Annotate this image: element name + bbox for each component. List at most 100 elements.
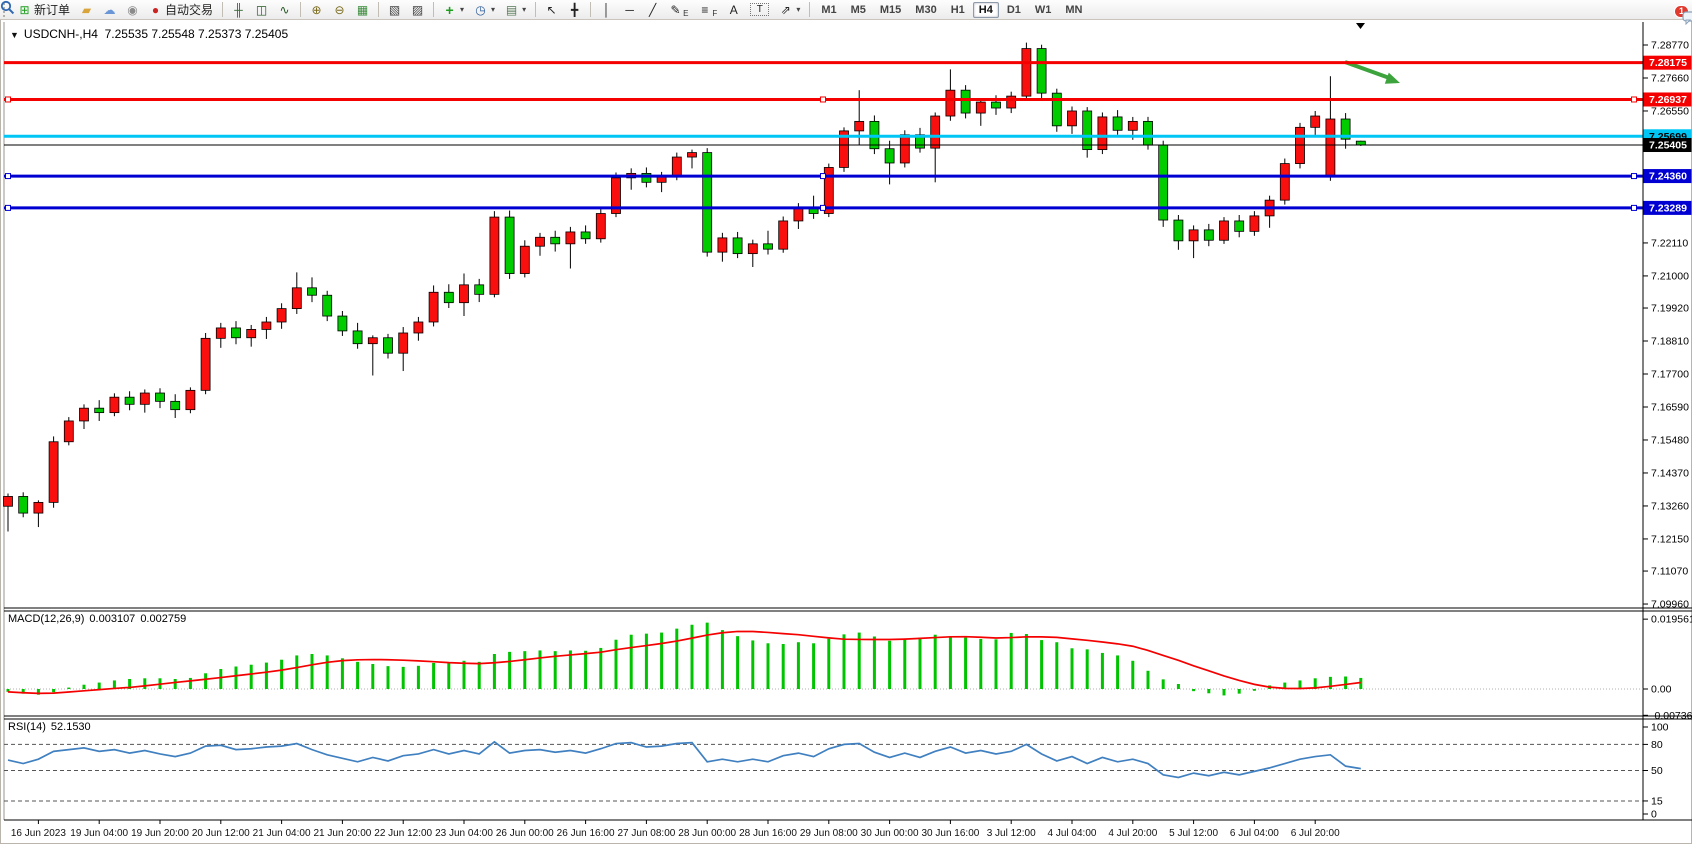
eraser-icon[interactable]: ▰ xyxy=(75,0,98,20)
zoom-in-icon: ⊕ xyxy=(310,3,323,17)
new-order-button-label: 新订单 xyxy=(34,1,70,18)
timeframe-m1-button[interactable]: M1 xyxy=(815,2,842,18)
time-axis-label: 22 Jun 12:00 xyxy=(374,828,432,839)
candle xyxy=(976,102,985,113)
new-chart-button[interactable]: ▧ xyxy=(383,0,406,20)
timeframe-m15-button[interactable]: M15 xyxy=(874,2,907,18)
vertical-line-button[interactable]: │ xyxy=(595,0,618,20)
price-axis-label: 7.09960 xyxy=(1651,599,1689,611)
bar-chart-button[interactable]: ╫ xyxy=(227,0,250,20)
profile-icon[interactable]: ☁ xyxy=(98,0,121,20)
candle xyxy=(1326,119,1335,176)
chart-profiles-button[interactable]: ▨ xyxy=(406,0,429,20)
price-tag-value: 7.26937 xyxy=(1649,94,1687,106)
candle xyxy=(95,408,104,412)
trendline-button[interactable]: ╱ xyxy=(641,0,664,20)
time-axis-label: 20 Jun 12:00 xyxy=(192,828,250,839)
toolbar-separator xyxy=(433,2,434,17)
templates-button[interactable]: ▤▾ xyxy=(500,0,531,20)
timeframe-h4-button[interactable]: H4 xyxy=(973,2,999,18)
candle xyxy=(779,221,788,249)
dropdown-caret-icon[interactable]: ▾ xyxy=(522,5,526,14)
candle xyxy=(1174,220,1183,241)
timeframe-mn-button[interactable]: MN xyxy=(1059,2,1088,18)
candle xyxy=(1128,121,1137,130)
time-axis-label: 30 Jun 00:00 xyxy=(861,828,919,839)
text-icon: A xyxy=(727,3,740,17)
trendline-icon: ╱ xyxy=(646,3,659,17)
arrows-button[interactable]: ⇗▾ xyxy=(774,0,805,20)
candle xyxy=(34,502,43,513)
indicators-button[interactable]: +▾ xyxy=(438,0,469,20)
chart-ohlc-values: 7.25535 7.25548 7.25373 7.25405 xyxy=(105,27,289,41)
dropdown-caret-icon[interactable]: ▾ xyxy=(491,5,495,14)
timeframe-w1-button[interactable]: W1 xyxy=(1029,2,1058,18)
autotrading-button[interactable]: ●自动交易 xyxy=(144,0,218,20)
hline-handle[interactable] xyxy=(1632,174,1637,179)
crosshair-button[interactable]: ╋ xyxy=(563,0,586,20)
time-axis-label: 4 Jul 04:00 xyxy=(1048,828,1097,839)
candle xyxy=(399,333,408,353)
timeframe-h1-button[interactable]: H1 xyxy=(945,2,971,18)
equidistant-channel-button[interactable]: ✎E xyxy=(664,0,693,20)
time-axis-label: 16 Jun 2023 xyxy=(11,828,66,839)
cursor-icon: ↖ xyxy=(545,3,558,17)
toolbar-separator xyxy=(378,2,379,17)
price-axis-label: 7.19920 xyxy=(1651,303,1689,315)
text-button[interactable]: A xyxy=(722,0,745,20)
hline-handle[interactable] xyxy=(821,97,826,102)
candle xyxy=(794,208,803,221)
symbol-dropdown-icon[interactable]: ▼ xyxy=(10,30,19,40)
macd-axis-label: -0.007367 xyxy=(1651,710,1692,722)
text-label-icon: T xyxy=(750,3,769,16)
timeframe-m30-button[interactable]: M30 xyxy=(909,2,942,18)
signal-icon[interactable]: ◉ xyxy=(121,0,144,20)
rsi-axis-label: 80 xyxy=(1651,739,1663,751)
dropdown-caret-icon[interactable]: ▾ xyxy=(796,5,800,14)
candle xyxy=(308,288,317,295)
rsi-name: RSI(14) xyxy=(8,721,46,733)
dropdown-caret-icon[interactable]: ▾ xyxy=(460,5,464,14)
timeframe-m5-button[interactable]: M5 xyxy=(845,2,872,18)
cursor-button[interactable]: ↖ xyxy=(540,0,563,20)
hline-handle[interactable] xyxy=(1632,205,1637,210)
candle xyxy=(581,232,590,239)
zoom-in-button[interactable]: ⊕ xyxy=(305,0,328,20)
candle xyxy=(718,238,727,252)
timeframe-d1-button[interactable]: D1 xyxy=(1001,2,1027,18)
fibonacci-button[interactable]: ≡F xyxy=(693,0,722,20)
equidistant-channel-icon: ✎ xyxy=(669,3,682,17)
candle xyxy=(536,237,545,246)
main-toolbar: ⊞新订单▰☁◉●自动交易╫◫∿⊕⊖▦▧▨+▾◷▾▤▾↖╋│─╱✎E≡FAT⇗▾M… xyxy=(0,0,1692,20)
toolbar-separator xyxy=(809,2,810,17)
candle xyxy=(900,135,909,163)
line-chart-icon: ∿ xyxy=(278,3,291,17)
time-axis-label: 26 Jun 16:00 xyxy=(557,828,615,839)
candlestick-chart-button[interactable]: ◫ xyxy=(250,0,273,20)
candle xyxy=(1144,121,1153,145)
hline-handle[interactable] xyxy=(6,174,11,179)
hline-handle[interactable] xyxy=(821,205,826,210)
tile-windows-button[interactable]: ▦ xyxy=(351,0,374,20)
candle xyxy=(672,157,681,175)
time-axis-label: 4 Jul 20:00 xyxy=(1108,828,1157,839)
chart-canvas: 7.287707.276607.265507.221107.210007.199… xyxy=(0,0,1692,844)
profile-icon-icon: ☁ xyxy=(103,3,116,17)
line-chart-button[interactable]: ∿ xyxy=(273,0,296,20)
zoom-out-button[interactable]: ⊖ xyxy=(328,0,351,20)
candle xyxy=(444,292,453,302)
periods-button[interactable]: ◷▾ xyxy=(469,0,500,20)
hline-handle[interactable] xyxy=(821,174,826,179)
price-tag-value: 7.24360 xyxy=(1649,171,1687,183)
hline-handle[interactable] xyxy=(1632,97,1637,102)
horizontal-line-button[interactable]: ─ xyxy=(618,0,641,20)
candle xyxy=(216,328,225,338)
candle xyxy=(1204,230,1213,240)
text-label-button[interactable]: T xyxy=(745,0,774,20)
indicators-icon: + xyxy=(443,3,456,17)
candle xyxy=(703,153,712,253)
hline-handle[interactable] xyxy=(6,205,11,210)
toolbar-separator xyxy=(300,2,301,17)
new-order-button[interactable]: ⊞新订单 xyxy=(13,0,75,20)
hline-handle[interactable] xyxy=(6,97,11,102)
